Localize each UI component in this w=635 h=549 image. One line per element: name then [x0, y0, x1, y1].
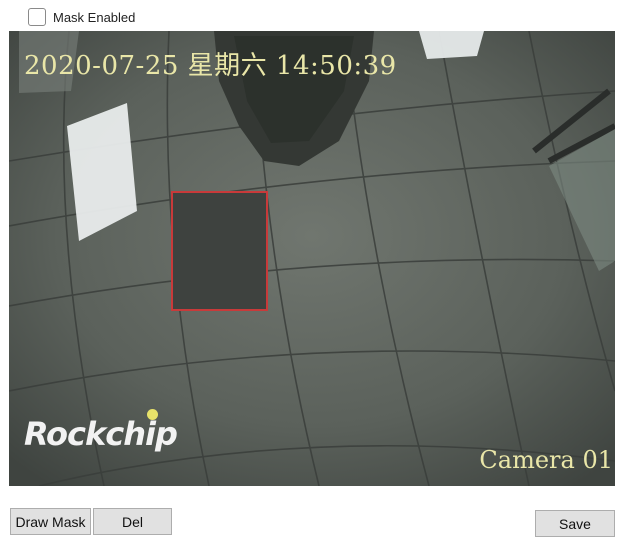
osd-camera-name: Camera 01	[479, 446, 613, 474]
privacy-mask-region[interactable]	[171, 191, 268, 311]
rockchip-logo: Rockchip	[24, 415, 178, 453]
mask-enabled-label: Mask Enabled	[53, 9, 136, 25]
mask-enabled-checkbox[interactable]	[28, 8, 46, 26]
mask-enabled-toggle[interactable]: Mask Enabled	[28, 6, 135, 28]
logo-dot-icon	[147, 409, 158, 420]
video-preview[interactable]: 2020-07-25 星期六 14:50:39 Rockchip Camera …	[9, 31, 615, 486]
osd-datetime: 2020-07-25 星期六 14:50:39	[24, 51, 397, 81]
delete-mask-button[interactable]: Del	[93, 508, 172, 535]
draw-mask-button[interactable]: Draw Mask	[10, 508, 91, 535]
save-button[interactable]: Save	[535, 510, 615, 537]
mask-settings-panel: Mask Enabled 2020-07-25 星期六 14:50:39 Roc…	[0, 0, 635, 549]
